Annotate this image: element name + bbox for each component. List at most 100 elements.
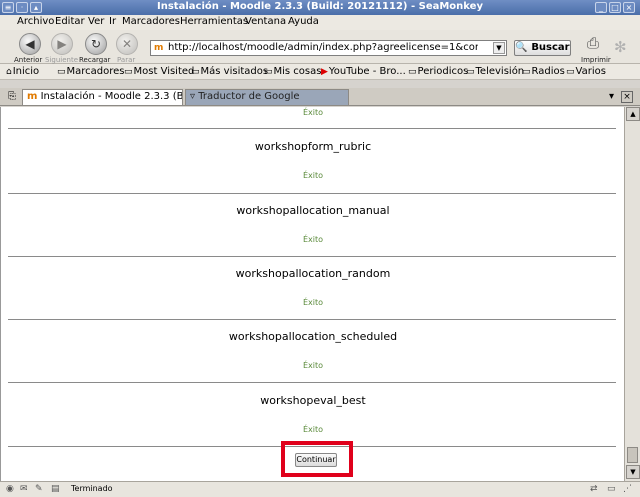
close-window-icon[interactable]: × [623, 2, 635, 13]
back-arrow-icon[interactable]: ◀ [19, 33, 41, 55]
status-success: Éxito [302, 298, 324, 307]
menu-bar: Archivo Editar Ver Ir Marcadores Herrami… [0, 15, 640, 30]
status-success: Éxito [302, 108, 324, 117]
bookmark-label: Radios [531, 66, 565, 77]
bookmark-radios[interactable]: ▭Radios [522, 66, 565, 77]
maximize-icon[interactable]: □ [609, 2, 621, 13]
moodle-tab-icon: m [27, 91, 38, 102]
bookmark-periodicos[interactable]: ▭Periodicos [408, 66, 468, 77]
status-bar: ◉ ✉ ✎ ▤ Terminado ⇄ ▭ ⋰ [0, 481, 640, 497]
folder-icon: ▭ [191, 67, 200, 77]
google-tab-icon: ▿ [190, 91, 196, 102]
continue-button[interactable]: Continuar [295, 453, 337, 467]
bookmark-youtube[interactable]: ▶YouTube - Bro... [321, 66, 406, 77]
home-icon: ⌂ [6, 67, 12, 77]
menu-ayuda[interactable]: Ayuda [288, 16, 319, 27]
folder-icon: ▭ [522, 67, 531, 77]
folder-icon: ▭ [408, 67, 417, 77]
window-title: Instalación - Moodle 2.3.3 (Build: 20121… [157, 1, 483, 12]
scroll-down-icon[interactable]: ▼ [626, 465, 640, 479]
reload-label: Recargar [79, 56, 111, 64]
security-icon: ▭ [607, 484, 616, 494]
divider [8, 193, 616, 194]
tab-list-icon[interactable]: ▾ [609, 91, 614, 102]
url-text[interactable]: http://localhost/moodle/admin/index.php?… [168, 42, 478, 53]
reload-icon[interactable]: ↻ [85, 33, 107, 55]
menu-marcadores[interactable]: Marcadores [122, 16, 180, 27]
divider [8, 382, 616, 383]
url-dropdown-icon[interactable]: ▼ [493, 42, 505, 54]
divider [8, 256, 616, 257]
mail-icon[interactable]: ✉ [20, 484, 28, 494]
bookmark-label: Varios [575, 66, 606, 77]
scroll-up-icon[interactable]: ▲ [626, 107, 640, 121]
print-label: Imprimir [581, 56, 611, 64]
scroll-thumb[interactable] [627, 447, 638, 463]
url-bar[interactable]: m http://localhost/moodle/admin/index.ph… [150, 40, 507, 56]
menu-ventana[interactable]: Ventana [245, 16, 286, 27]
plugin-name: workshopallocation_manual [236, 204, 390, 217]
bookmark-label: Más visitados [200, 66, 269, 77]
plugin-name: workshopeval_best [260, 394, 366, 407]
youtube-icon: ▶ [321, 67, 328, 77]
menu-herramientas[interactable]: Herramientas [180, 16, 248, 27]
forward-label: Siguiente [45, 56, 79, 64]
status-success: Éxito [302, 171, 324, 180]
back-label: Anterior [14, 56, 43, 64]
bookmark-television[interactable]: ▭Televisión [466, 66, 524, 77]
bookmark-label: Periodicos [417, 66, 469, 77]
tab-instalacion[interactable]: m Instalación - Moodle 2.3.3 (Build... [22, 89, 183, 105]
bookmark-label: Mis cosas [273, 66, 322, 77]
new-tab-icon[interactable]: ⎘ [8, 91, 16, 102]
bookmark-label: Televisión [475, 66, 525, 77]
status-text: Terminado [71, 484, 113, 493]
folder-icon: ▭ [57, 67, 66, 77]
plugin-name: workshopallocation_random [235, 267, 391, 280]
bookmark-label: Inicio [12, 66, 40, 77]
forward-arrow-icon[interactable]: ▶ [51, 33, 73, 55]
tab-traductor[interactable]: ▿ Traductor de Google [185, 89, 349, 105]
status-success: Éxito [302, 235, 324, 244]
divider [8, 319, 616, 320]
tab-bar: ⎘ m Instalación - Moodle 2.3.3 (Build...… [0, 88, 640, 106]
tab-label: Instalación - Moodle 2.3.3 (Build... [40, 91, 183, 102]
vertical-scrollbar[interactable]: ▲ ▼ [624, 107, 640, 481]
bookmark-inicio[interactable]: ⌂Inicio [6, 66, 39, 77]
connection-icon: ⇄ [590, 484, 598, 494]
bookmark-label: Marcadores [66, 66, 125, 77]
search-icon: 🔍 [515, 42, 528, 53]
bookmark-most-visited[interactable]: ▭Most Visited [124, 66, 194, 77]
bookmark-label: YouTube - Bro... [328, 66, 406, 77]
bookmark-marcadores[interactable]: ▭Marcadores [57, 66, 125, 77]
bookmark-varios[interactable]: ▭Varios [566, 66, 606, 77]
folder-icon: ▭ [566, 67, 575, 77]
window-title-bar: ≡ · ▴ Instalación - Moodle 2.3.3 (Build:… [0, 0, 640, 15]
menu-archivo[interactable]: Archivo [17, 16, 54, 27]
composer-icon[interactable]: ✎ [35, 484, 43, 494]
tab-label: Traductor de Google [198, 91, 300, 102]
throbber-icon: ✻ [614, 38, 627, 56]
divider [8, 128, 616, 129]
menu-ir[interactable]: Ir [109, 16, 116, 27]
address-book-icon[interactable]: ▤ [51, 484, 60, 494]
search-button[interactable]: 🔍 Buscar [514, 40, 571, 56]
status-success: Éxito [302, 425, 324, 434]
minimize-icon[interactable]: _ [595, 2, 607, 13]
menu-ver[interactable]: Ver [88, 16, 104, 27]
folder-icon: ▭ [124, 67, 133, 77]
navigator-icon[interactable]: ◉ [6, 484, 14, 494]
close-tab-icon[interactable]: × [621, 91, 633, 103]
status-success: Éxito [302, 361, 324, 370]
folder-icon: ▭ [466, 67, 475, 77]
resize-grip-icon[interactable]: ⋰ [623, 484, 632, 494]
bookmark-mis-cosas[interactable]: ▭Mis cosas [264, 66, 321, 77]
printer-icon[interactable]: ⎙ [587, 34, 607, 52]
bookmark-mas-visitados[interactable]: ▭Más visitados [191, 66, 268, 77]
moodle-favicon-icon: m [154, 43, 164, 53]
navigation-toolbar: ◀ Anterior ▶ Siguiente ↻ Recargar ✕ Para… [0, 30, 640, 64]
stop-label: Parar [117, 56, 136, 64]
page-content: Éxito workshopform_rubric Éxito workshop… [0, 107, 624, 481]
folder-icon: ▭ [264, 67, 273, 77]
stop-icon[interactable]: ✕ [116, 33, 138, 55]
menu-editar[interactable]: Editar [55, 16, 85, 27]
